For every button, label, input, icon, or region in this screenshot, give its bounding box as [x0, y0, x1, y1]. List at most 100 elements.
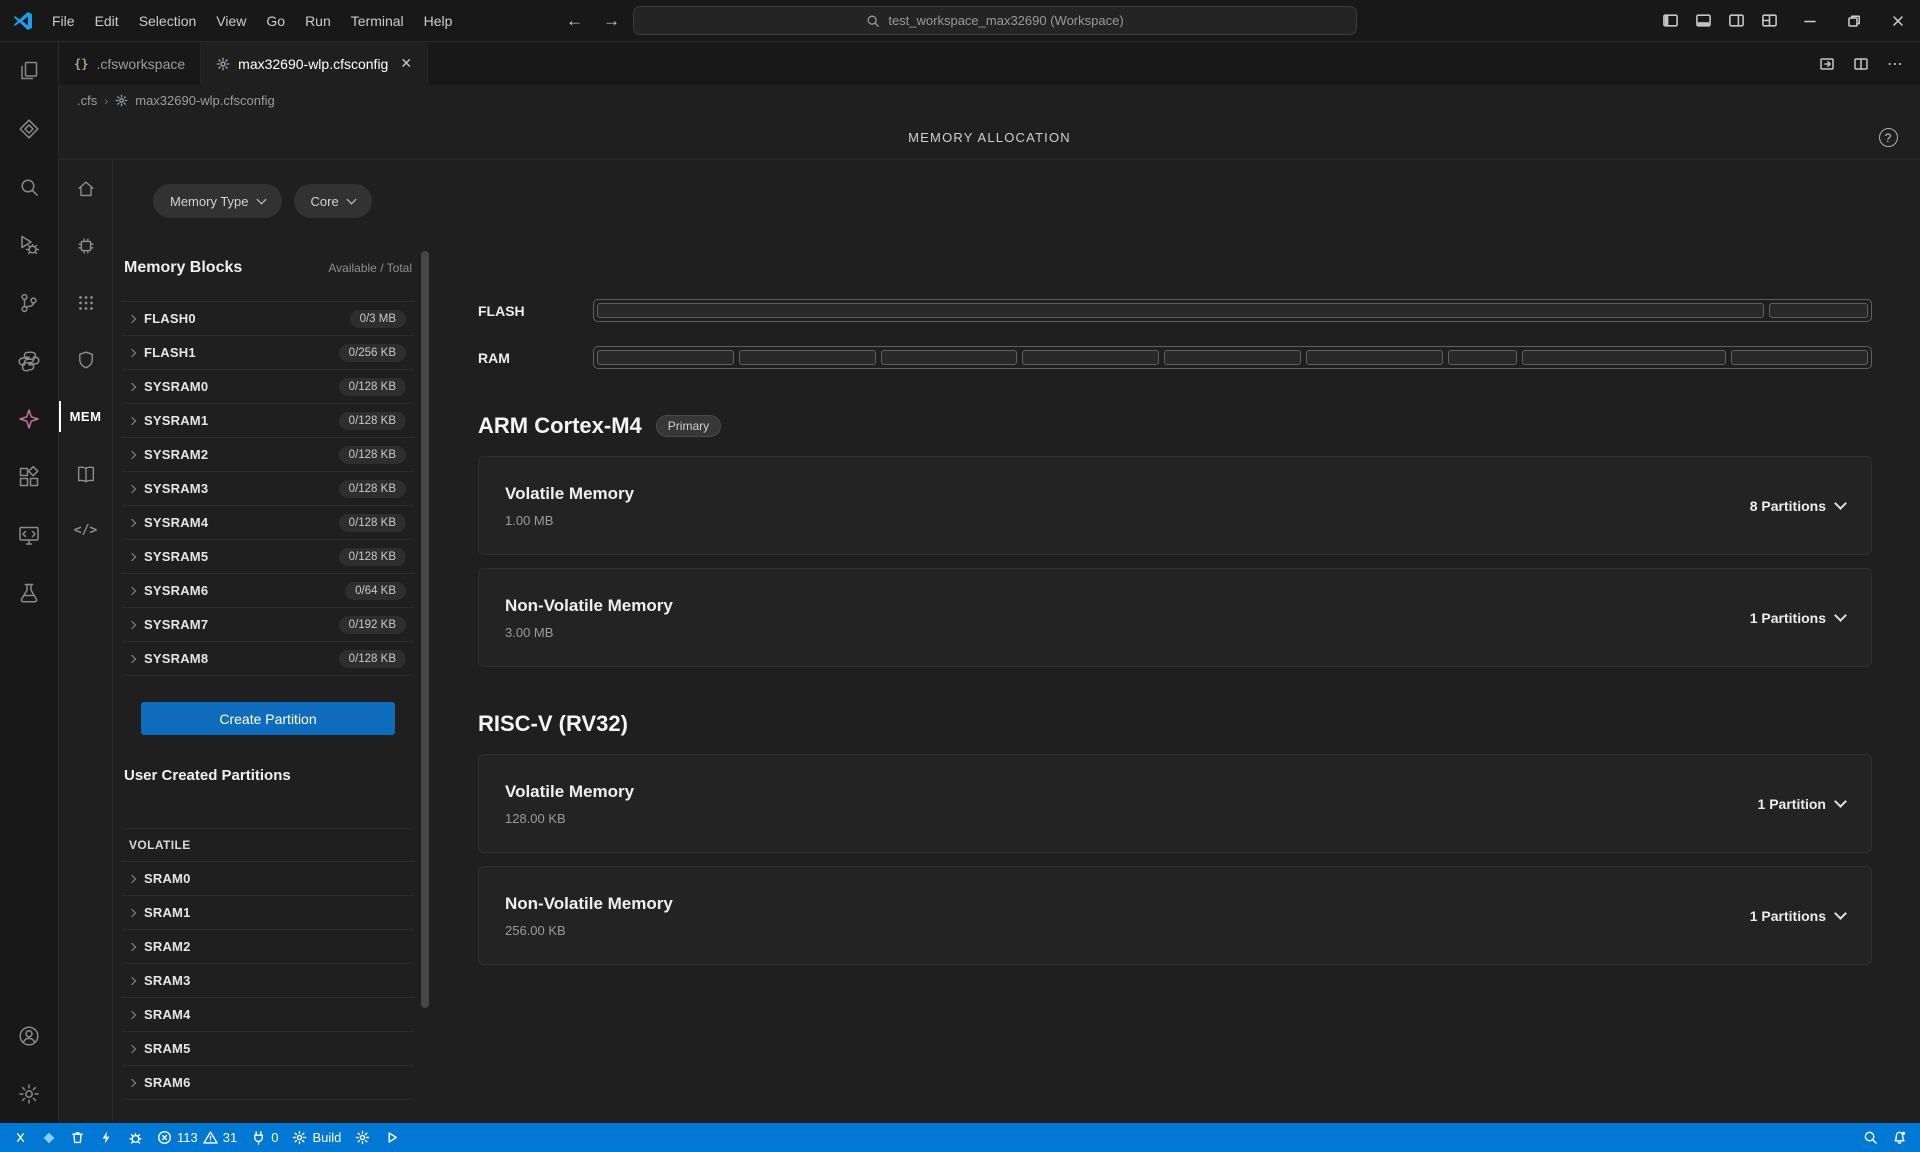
- memory-blocks-panel: Memory Blocks Available / Total FLASH0: [122, 251, 414, 1100]
- memory-block-row[interactable]: SYSRAM8 0/128 KB: [122, 642, 414, 676]
- partitions-toggle[interactable]: 1 Partition: [1758, 796, 1845, 812]
- run-debug-icon[interactable]: [0, 216, 58, 274]
- toggle-secondary-sidebar-icon[interactable]: [1728, 12, 1745, 29]
- user-partition-row[interactable]: SRAM5: [122, 1032, 414, 1066]
- testing-flask-icon[interactable]: [0, 564, 58, 622]
- memory-block-row[interactable]: SYSRAM3 0/128 KB: [122, 472, 414, 506]
- remote-explorer-icon[interactable]: [0, 506, 58, 564]
- account-icon[interactable]: [0, 1007, 58, 1065]
- partitions-toggle[interactable]: 8 Partitions: [1750, 498, 1845, 514]
- menu-go[interactable]: Go: [256, 7, 295, 35]
- minimize-icon[interactable]: [1788, 0, 1832, 41]
- nav-memory-item[interactable]: MEM: [59, 388, 112, 445]
- user-partition-row[interactable]: SRAM3: [122, 964, 414, 998]
- memory-block-name: SYSRAM2: [144, 447, 208, 462]
- flash-bar-row: FLASH: [478, 299, 1872, 322]
- nav-pin-config-icon[interactable]: [59, 274, 112, 331]
- panel-scrollbar[interactable]: [421, 251, 429, 1008]
- menu-file[interactable]: File: [42, 7, 85, 35]
- tab-cfsconfig[interactable]: max32690-wlp.cfsconfig ✕: [201, 42, 428, 85]
- memory-block-row[interactable]: FLASH1 0/256 KB: [122, 336, 414, 370]
- zoom-item[interactable]: [1856, 1123, 1885, 1152]
- explorer-icon[interactable]: [0, 42, 58, 100]
- customize-layout-icon[interactable]: [1761, 12, 1778, 29]
- menu-selection[interactable]: Selection: [129, 7, 207, 35]
- toggle-panel-icon[interactable]: [1695, 12, 1712, 29]
- user-partition-row[interactable]: SRAM6: [122, 1066, 414, 1100]
- memory-bar-segment: [1522, 350, 1726, 365]
- tab-cfsworkspace[interactable]: {} .cfsworkspace: [59, 42, 201, 85]
- flash-device-item[interactable]: [92, 1123, 121, 1152]
- page-title: MEMORY ALLOCATION: [908, 130, 1071, 145]
- memory-block-row[interactable]: FLASH0 0/3 MB: [122, 302, 414, 336]
- debug-item[interactable]: [121, 1123, 150, 1152]
- chevron-down-icon: [256, 194, 266, 204]
- open-to-side-icon[interactable]: [1819, 56, 1835, 72]
- erase-flash-item[interactable]: [63, 1123, 92, 1152]
- user-partition-row[interactable]: SRAM2: [122, 930, 414, 964]
- nav-peripherals-icon[interactable]: [59, 217, 112, 274]
- build-item[interactable]: Build: [285, 1123, 348, 1152]
- breadcrumb-folder[interactable]: .cfs: [77, 93, 97, 108]
- forward-arrow-icon[interactable]: →: [603, 11, 620, 31]
- menu-edit[interactable]: Edit: [85, 7, 129, 35]
- cfs-workspace-icon[interactable]: [0, 100, 58, 158]
- extensions-icon[interactable]: [0, 448, 58, 506]
- cfs-tools-icon[interactable]: [0, 390, 58, 448]
- memory-block-row[interactable]: SYSRAM6 0/64 KB: [122, 574, 414, 608]
- back-arrow-icon[interactable]: ←: [566, 11, 583, 31]
- problems-item[interactable]: 113 31: [150, 1123, 244, 1152]
- memory-block-name: FLASH0: [144, 311, 196, 326]
- menu-run[interactable]: Run: [295, 7, 341, 35]
- split-editor-icon[interactable]: [1853, 56, 1869, 72]
- command-center[interactable]: test_workspace_max32690 (Workspace): [633, 6, 1357, 35]
- tab-close-icon[interactable]: ✕: [400, 55, 412, 72]
- nav-registers-icon[interactable]: [59, 445, 112, 502]
- breadcrumb-file[interactable]: max32690-wlp.cfsconfig: [135, 93, 274, 108]
- toggle-primary-sidebar-icon[interactable]: [1662, 12, 1679, 29]
- memory-type-filter[interactable]: Memory Type: [153, 184, 282, 218]
- memory-block-row[interactable]: SYSRAM7 0/192 KB: [122, 608, 414, 642]
- source-control-icon[interactable]: [0, 274, 58, 332]
- layout-controls: [1662, 0, 1778, 41]
- user-partition-row[interactable]: SRAM4: [122, 998, 414, 1032]
- menu-terminal[interactable]: Terminal: [341, 7, 414, 35]
- help-icon[interactable]: ?: [1879, 128, 1898, 147]
- menu-view[interactable]: View: [206, 7, 256, 35]
- build-settings-item[interactable]: [348, 1123, 377, 1152]
- close-icon[interactable]: [1876, 0, 1920, 41]
- notifications-item[interactable]: [1885, 1123, 1914, 1152]
- menu-help[interactable]: Help: [414, 7, 463, 35]
- memory-block-row[interactable]: SYSRAM0 0/128 KB: [122, 370, 414, 404]
- nav-security-icon[interactable]: [59, 331, 112, 388]
- search-icon[interactable]: [0, 158, 58, 216]
- partitions-toggle[interactable]: 1 Partitions: [1750, 610, 1845, 626]
- core-filter[interactable]: Core: [294, 184, 372, 218]
- memory-block-availability: 0/128 KB: [339, 548, 406, 566]
- memory-block-name: SYSRAM1: [144, 413, 208, 428]
- ports-item[interactable]: 0: [244, 1123, 285, 1152]
- python-icon[interactable]: [0, 332, 58, 390]
- memory-block-row[interactable]: SYSRAM1 0/128 KB: [122, 404, 414, 438]
- create-partition-button[interactable]: Create Partition: [141, 702, 395, 735]
- tab-label: .cfsworkspace: [96, 56, 185, 72]
- memory-block-row[interactable]: SYSRAM4 0/128 KB: [122, 506, 414, 540]
- user-partition-row[interactable]: SRAM0: [122, 862, 414, 896]
- memory-block-row[interactable]: SYSRAM5 0/128 KB: [122, 540, 414, 574]
- nav-generate-code-icon[interactable]: </>: [59, 502, 112, 559]
- ram-bar-row: RAM: [478, 346, 1872, 369]
- settings-gear-icon[interactable]: [0, 1065, 58, 1123]
- vscode-logo-icon: [12, 10, 34, 32]
- more-actions-icon[interactable]: ⋯: [1887, 54, 1904, 74]
- error-count: 113: [177, 1130, 198, 1145]
- run-item[interactable]: [377, 1123, 406, 1152]
- user-partitions-title: User Created Partitions: [124, 767, 412, 784]
- partitions-toggle[interactable]: 1 Partitions: [1750, 908, 1845, 924]
- nav-home-icon[interactable]: [59, 160, 112, 217]
- cfs-status-item[interactable]: [35, 1123, 63, 1152]
- user-partition-row[interactable]: SRAM1: [122, 896, 414, 930]
- remote-indicator[interactable]: [6, 1123, 35, 1152]
- memory-block-row[interactable]: SYSRAM2 0/128 KB: [122, 438, 414, 472]
- chevron-right-icon: [128, 450, 136, 458]
- restore-icon[interactable]: [1832, 0, 1876, 41]
